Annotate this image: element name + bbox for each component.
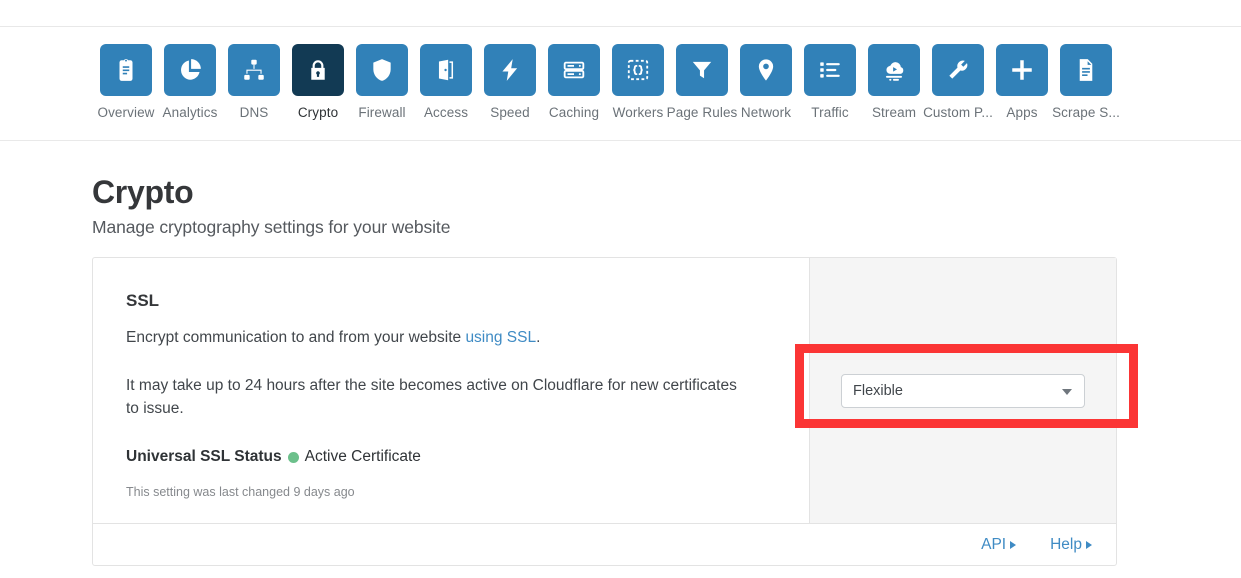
nav-item-label: Overview: [97, 105, 155, 120]
pie-chart-icon: [164, 44, 216, 96]
sitemap-icon: [228, 44, 280, 96]
nav-item-scrape-s[interactable]: Scrape S...: [1052, 44, 1120, 120]
top-strip: [0, 0, 1241, 27]
nav-item-label: DNS: [239, 105, 269, 120]
help-link-label: Help: [1050, 535, 1082, 553]
ssl-card-content: SSL Encrypt communication to and from yo…: [93, 258, 809, 523]
nav-item-label: Network: [740, 105, 792, 120]
caret-right-icon: [1010, 540, 1017, 549]
help-link[interactable]: Help: [1050, 536, 1092, 554]
nav-item-access[interactable]: Access: [414, 44, 478, 120]
nav-item-network[interactable]: Network: [734, 44, 798, 120]
nav-item-custom-p[interactable]: Custom P...: [923, 44, 993, 120]
nav-item-label: Scrape S...: [1052, 105, 1120, 120]
ssl-card-body: SSL Encrypt communication to and from yo…: [93, 258, 1116, 524]
nav-item-label: Analytics: [162, 105, 218, 120]
nav-item-analytics[interactable]: Analytics: [158, 44, 222, 120]
nav-item-label: Custom P...: [923, 105, 993, 120]
bolt-icon: [484, 44, 536, 96]
nav-item-label: Firewall: [358, 105, 406, 120]
ssl-description-text-before: Encrypt communication to and from your w…: [126, 329, 466, 346]
nav-item-apps[interactable]: Apps: [990, 44, 1054, 120]
door-icon: [420, 44, 472, 96]
universal-ssl-status-row: Universal SSL Status Active Certificate: [126, 448, 777, 466]
app-stage: Overview Analytics DNS Crypto Firewall Access…: [0, 0, 1241, 578]
nav-item-label: Traffic: [811, 105, 849, 120]
universal-ssl-status-label: Universal SSL Status: [126, 448, 282, 466]
nav-item-overview[interactable]: Overview: [94, 44, 158, 120]
nav-item-label: Apps: [1006, 105, 1038, 120]
nav-item-label: Speed: [490, 105, 530, 120]
plus-icon: [996, 44, 1048, 96]
ssl-card: SSL Encrypt communication to and from yo…: [92, 257, 1117, 567]
caret-right-icon: [1086, 540, 1092, 549]
nav-item-speed[interactable]: Speed: [478, 44, 542, 120]
funnel-icon: [676, 44, 728, 96]
universal-ssl-status-value: Active Certificate: [304, 448, 421, 466]
ssl-section-title: SSL: [126, 291, 160, 310]
nav-item-caching[interactable]: Caching: [542, 44, 606, 120]
nav-item-label: Stream: [871, 105, 917, 120]
page-title: Crypto: [92, 174, 194, 210]
cloud-play-icon: [868, 44, 920, 96]
list-icon: [804, 44, 856, 96]
map-pin-icon: [740, 44, 792, 96]
ssl-description-1: Encrypt communication to and from your w…: [126, 327, 741, 349]
ssl-description-text-after: .: [536, 329, 541, 346]
nav-item-dns[interactable]: DNS: [222, 44, 286, 120]
nav-item-page-rules[interactable]: Page Rules: [667, 44, 737, 120]
document-icon: [1060, 44, 1112, 96]
wrench-icon: [932, 44, 984, 96]
page-header: Crypto Manage cryptography settings for …: [0, 141, 1241, 238]
clipboard-icon: [100, 44, 152, 96]
nav-item-label: Crypto: [297, 105, 339, 120]
last-changed-note: This setting was last changed 9 days ago: [126, 485, 355, 500]
section-navbar: Overview Analytics DNS Crypto Firewall Access…: [0, 27, 1241, 141]
shield-icon: [356, 44, 408, 96]
server-icon: [548, 44, 600, 96]
code-braces-icon: [612, 44, 664, 96]
nav-item-workers[interactable]: Workers: [606, 44, 670, 120]
page-subtitle: Manage cryptography settings for your we…: [92, 217, 451, 237]
status-dot-icon: [287, 451, 299, 463]
ssl-card-wrapper: SSL Encrypt communication to and from yo…: [0, 238, 1241, 567]
nav-item-stream[interactable]: Stream: [862, 44, 926, 120]
api-link-label: API: [981, 535, 1007, 553]
api-link[interactable]: API: [981, 535, 1017, 554]
nav-item-label: Workers: [612, 105, 664, 120]
using-ssl-link[interactable]: using SSL: [465, 329, 536, 346]
nav-item-label: Page Rules: [666, 105, 738, 120]
ssl-control-panel: Flexible: [809, 258, 1116, 524]
nav-item-firewall[interactable]: Firewall: [350, 44, 414, 120]
ssl-description-2: It may take up to 24 hours after the sit…: [126, 377, 737, 417]
nav-item-crypto[interactable]: Crypto: [286, 44, 350, 120]
chevron-down-icon: [1062, 388, 1072, 395]
nav-item-traffic[interactable]: Traffic: [798, 44, 862, 120]
ssl-mode-select-value: Flexible: [853, 382, 903, 399]
lock-icon: [292, 44, 344, 96]
ssl-card-footer: API Help: [93, 523, 1116, 565]
nav-item-label: Caching: [548, 105, 600, 120]
nav-item-label: Access: [423, 105, 469, 120]
ssl-mode-select[interactable]: Flexible: [841, 373, 1085, 408]
